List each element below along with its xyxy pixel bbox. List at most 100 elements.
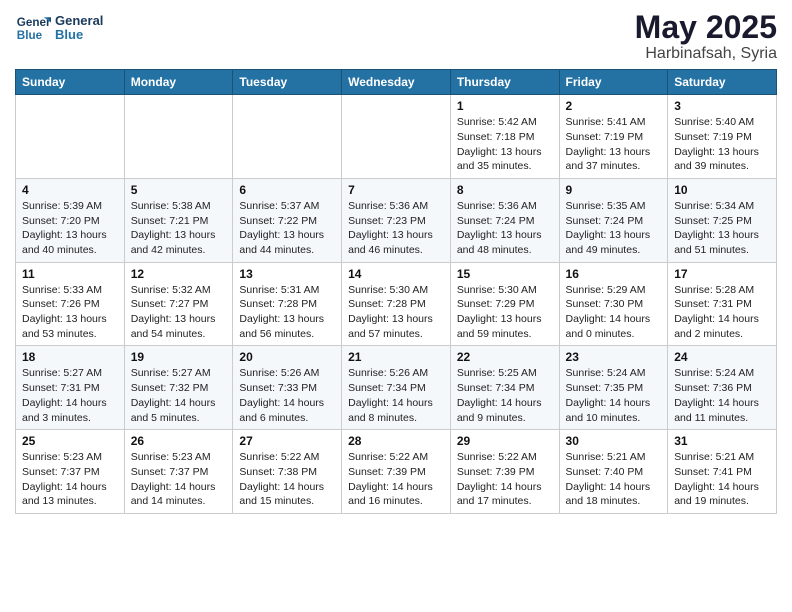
day-number: 3 bbox=[674, 99, 770, 113]
col-header-thursday: Thursday bbox=[450, 70, 559, 95]
day-info: Sunrise: 5:30 AMSunset: 7:29 PMDaylight:… bbox=[457, 283, 553, 342]
col-header-friday: Friday bbox=[559, 70, 668, 95]
day-info: Sunrise: 5:36 AMSunset: 7:24 PMDaylight:… bbox=[457, 199, 553, 258]
day-info: Sunrise: 5:22 AMSunset: 7:39 PMDaylight:… bbox=[348, 450, 444, 509]
calendar-cell: 14 Sunrise: 5:30 AMSunset: 7:28 PMDayligh… bbox=[342, 262, 451, 346]
day-info: Sunrise: 5:30 AMSunset: 7:28 PMDaylight:… bbox=[348, 283, 444, 342]
day-number: 25 bbox=[22, 434, 118, 448]
calendar-cell: 11 Sunrise: 5:33 AMSunset: 7:26 PMDayligh… bbox=[16, 262, 125, 346]
day-number: 14 bbox=[348, 267, 444, 281]
calendar-cell: 15Sunrise: 5:30 AMSunset: 7:29 PMDayligh… bbox=[450, 262, 559, 346]
day-number: 7 bbox=[348, 183, 444, 197]
day-number: 6 bbox=[239, 183, 335, 197]
day-info: Sunrise: 5:35 AMSunset: 7:24 PMDaylight:… bbox=[566, 199, 662, 258]
day-number: 16 bbox=[566, 267, 662, 281]
header-row: SundayMondayTuesdayWednesdayThursdayFrid… bbox=[16, 70, 777, 95]
day-info: Sunrise: 5:27 AMSunset: 7:32 PMDaylight:… bbox=[131, 366, 227, 425]
day-number: 19 bbox=[131, 350, 227, 364]
day-info: Sunrise: 5:34 AMSunset: 7:25 PMDaylight:… bbox=[674, 199, 770, 258]
day-info: Sunrise: 5:24 AMSunset: 7:36 PMDaylight:… bbox=[674, 366, 770, 425]
day-info: Sunrise: 5:21 AMSunset: 7:41 PMDaylight:… bbox=[674, 450, 770, 509]
day-number: 5 bbox=[131, 183, 227, 197]
calendar-cell: 25 Sunrise: 5:23 AMSunset: 7:37 PMDayligh… bbox=[16, 430, 125, 514]
calendar-cell: 20 Sunrise: 5:26 AMSunset: 7:33 PMDayligh… bbox=[233, 346, 342, 430]
day-number: 8 bbox=[457, 183, 553, 197]
calendar-cell: 30 Sunrise: 5:21 AMSunset: 7:40 PMDayligh… bbox=[559, 430, 668, 514]
day-number: 20 bbox=[239, 350, 335, 364]
col-header-monday: Monday bbox=[124, 70, 233, 95]
col-header-wednesday: Wednesday bbox=[342, 70, 451, 95]
logo-wordmark: General Blue bbox=[55, 14, 103, 43]
day-number: 29 bbox=[457, 434, 553, 448]
day-info: Sunrise: 5:42 AMSunset: 7:18 PMDaylight:… bbox=[457, 115, 553, 174]
day-info: Sunrise: 5:26 AMSunset: 7:34 PMDaylight:… bbox=[348, 366, 444, 425]
day-info: Sunrise: 5:41 AMSunset: 7:19 PMDaylight:… bbox=[566, 115, 662, 174]
day-info: Sunrise: 5:36 AMSunset: 7:23 PMDaylight:… bbox=[348, 199, 444, 258]
calendar-title: May 2025 bbox=[635, 10, 777, 45]
day-info: Sunrise: 5:38 AMSunset: 7:21 PMDaylight:… bbox=[131, 199, 227, 258]
day-number: 26 bbox=[131, 434, 227, 448]
calendar-cell: 9 Sunrise: 5:35 AMSunset: 7:24 PMDaylight… bbox=[559, 178, 668, 262]
calendar-cell bbox=[342, 95, 451, 179]
calendar-cell: 13 Sunrise: 5:31 AMSunset: 7:28 PMDayligh… bbox=[233, 262, 342, 346]
calendar-cell: 3 Sunrise: 5:40 AMSunset: 7:19 PMDaylight… bbox=[668, 95, 777, 179]
calendar-cell bbox=[124, 95, 233, 179]
day-number: 31 bbox=[674, 434, 770, 448]
day-info: Sunrise: 5:22 AMSunset: 7:38 PMDaylight:… bbox=[239, 450, 335, 509]
week-row-4: 18Sunrise: 5:27 AMSunset: 7:31 PMDayligh… bbox=[16, 346, 777, 430]
calendar-cell: 7 Sunrise: 5:36 AMSunset: 7:23 PMDaylight… bbox=[342, 178, 451, 262]
title-block: May 2025 Harbinafsah, Syria bbox=[635, 10, 777, 63]
day-info: Sunrise: 5:40 AMSunset: 7:19 PMDaylight:… bbox=[674, 115, 770, 174]
day-number: 2 bbox=[566, 99, 662, 113]
day-info: Sunrise: 5:31 AMSunset: 7:28 PMDaylight:… bbox=[239, 283, 335, 342]
calendar-cell: 24 Sunrise: 5:24 AMSunset: 7:36 PMDayligh… bbox=[668, 346, 777, 430]
day-info: Sunrise: 5:22 AMSunset: 7:39 PMDaylight:… bbox=[457, 450, 553, 509]
day-number: 23 bbox=[566, 350, 662, 364]
calendar-cell: 28 Sunrise: 5:22 AMSunset: 7:39 PMDayligh… bbox=[342, 430, 451, 514]
day-info: Sunrise: 5:26 AMSunset: 7:33 PMDaylight:… bbox=[239, 366, 335, 425]
calendar-page: General Blue General Blue May 2025 Harbi… bbox=[0, 0, 792, 612]
day-number: 22 bbox=[457, 350, 553, 364]
col-header-saturday: Saturday bbox=[668, 70, 777, 95]
day-number: 30 bbox=[566, 434, 662, 448]
calendar-cell: 10Sunrise: 5:34 AMSunset: 7:25 PMDayligh… bbox=[668, 178, 777, 262]
calendar-cell: 2 Sunrise: 5:41 AMSunset: 7:19 PMDaylight… bbox=[559, 95, 668, 179]
day-number: 24 bbox=[674, 350, 770, 364]
calendar-cell: 26 Sunrise: 5:23 AMSunset: 7:37 PMDayligh… bbox=[124, 430, 233, 514]
calendar-cell: 16 Sunrise: 5:29 AMSunset: 7:30 PMDayligh… bbox=[559, 262, 668, 346]
day-info: Sunrise: 5:23 AMSunset: 7:37 PMDaylight:… bbox=[22, 450, 118, 509]
day-info: Sunrise: 5:39 AMSunset: 7:20 PMDaylight:… bbox=[22, 199, 118, 258]
svg-text:Blue: Blue bbox=[17, 29, 43, 42]
day-number: 11 bbox=[22, 267, 118, 281]
day-number: 21 bbox=[348, 350, 444, 364]
day-info: Sunrise: 5:24 AMSunset: 7:35 PMDaylight:… bbox=[566, 366, 662, 425]
day-number: 4 bbox=[22, 183, 118, 197]
day-info: Sunrise: 5:21 AMSunset: 7:40 PMDaylight:… bbox=[566, 450, 662, 509]
day-number: 12 bbox=[131, 267, 227, 281]
day-number: 27 bbox=[239, 434, 335, 448]
day-info: Sunrise: 5:29 AMSunset: 7:30 PMDaylight:… bbox=[566, 283, 662, 342]
calendar-cell: 31 Sunrise: 5:21 AMSunset: 7:41 PMDayligh… bbox=[668, 430, 777, 514]
calendar-cell: 23 Sunrise: 5:24 AMSunset: 7:35 PMDayligh… bbox=[559, 346, 668, 430]
day-number: 13 bbox=[239, 267, 335, 281]
day-info: Sunrise: 5:28 AMSunset: 7:31 PMDaylight:… bbox=[674, 283, 770, 342]
day-info: Sunrise: 5:23 AMSunset: 7:37 PMDaylight:… bbox=[131, 450, 227, 509]
day-number: 9 bbox=[566, 183, 662, 197]
logo-line2: Blue bbox=[55, 28, 103, 42]
logo-line1: General bbox=[55, 14, 103, 28]
logo-icon: General Blue bbox=[15, 10, 51, 46]
calendar-cell bbox=[16, 95, 125, 179]
day-info: Sunrise: 5:33 AMSunset: 7:26 PMDaylight:… bbox=[22, 283, 118, 342]
calendar-cell: 6Sunrise: 5:37 AMSunset: 7:22 PMDaylight… bbox=[233, 178, 342, 262]
day-number: 28 bbox=[348, 434, 444, 448]
day-number: 17 bbox=[674, 267, 770, 281]
col-header-tuesday: Tuesday bbox=[233, 70, 342, 95]
week-row-2: 4 Sunrise: 5:39 AMSunset: 7:20 PMDaylight… bbox=[16, 178, 777, 262]
col-header-sunday: Sunday bbox=[16, 70, 125, 95]
week-row-3: 11 Sunrise: 5:33 AMSunset: 7:26 PMDayligh… bbox=[16, 262, 777, 346]
calendar-cell: 1Sunrise: 5:42 AMSunset: 7:18 PMDaylight… bbox=[450, 95, 559, 179]
calendar-cell: 12 Sunrise: 5:32 AMSunset: 7:27 PMDayligh… bbox=[124, 262, 233, 346]
calendar-cell bbox=[233, 95, 342, 179]
day-info: Sunrise: 5:32 AMSunset: 7:27 PMDaylight:… bbox=[131, 283, 227, 342]
calendar-cell: 8 Sunrise: 5:36 AMSunset: 7:24 PMDaylight… bbox=[450, 178, 559, 262]
